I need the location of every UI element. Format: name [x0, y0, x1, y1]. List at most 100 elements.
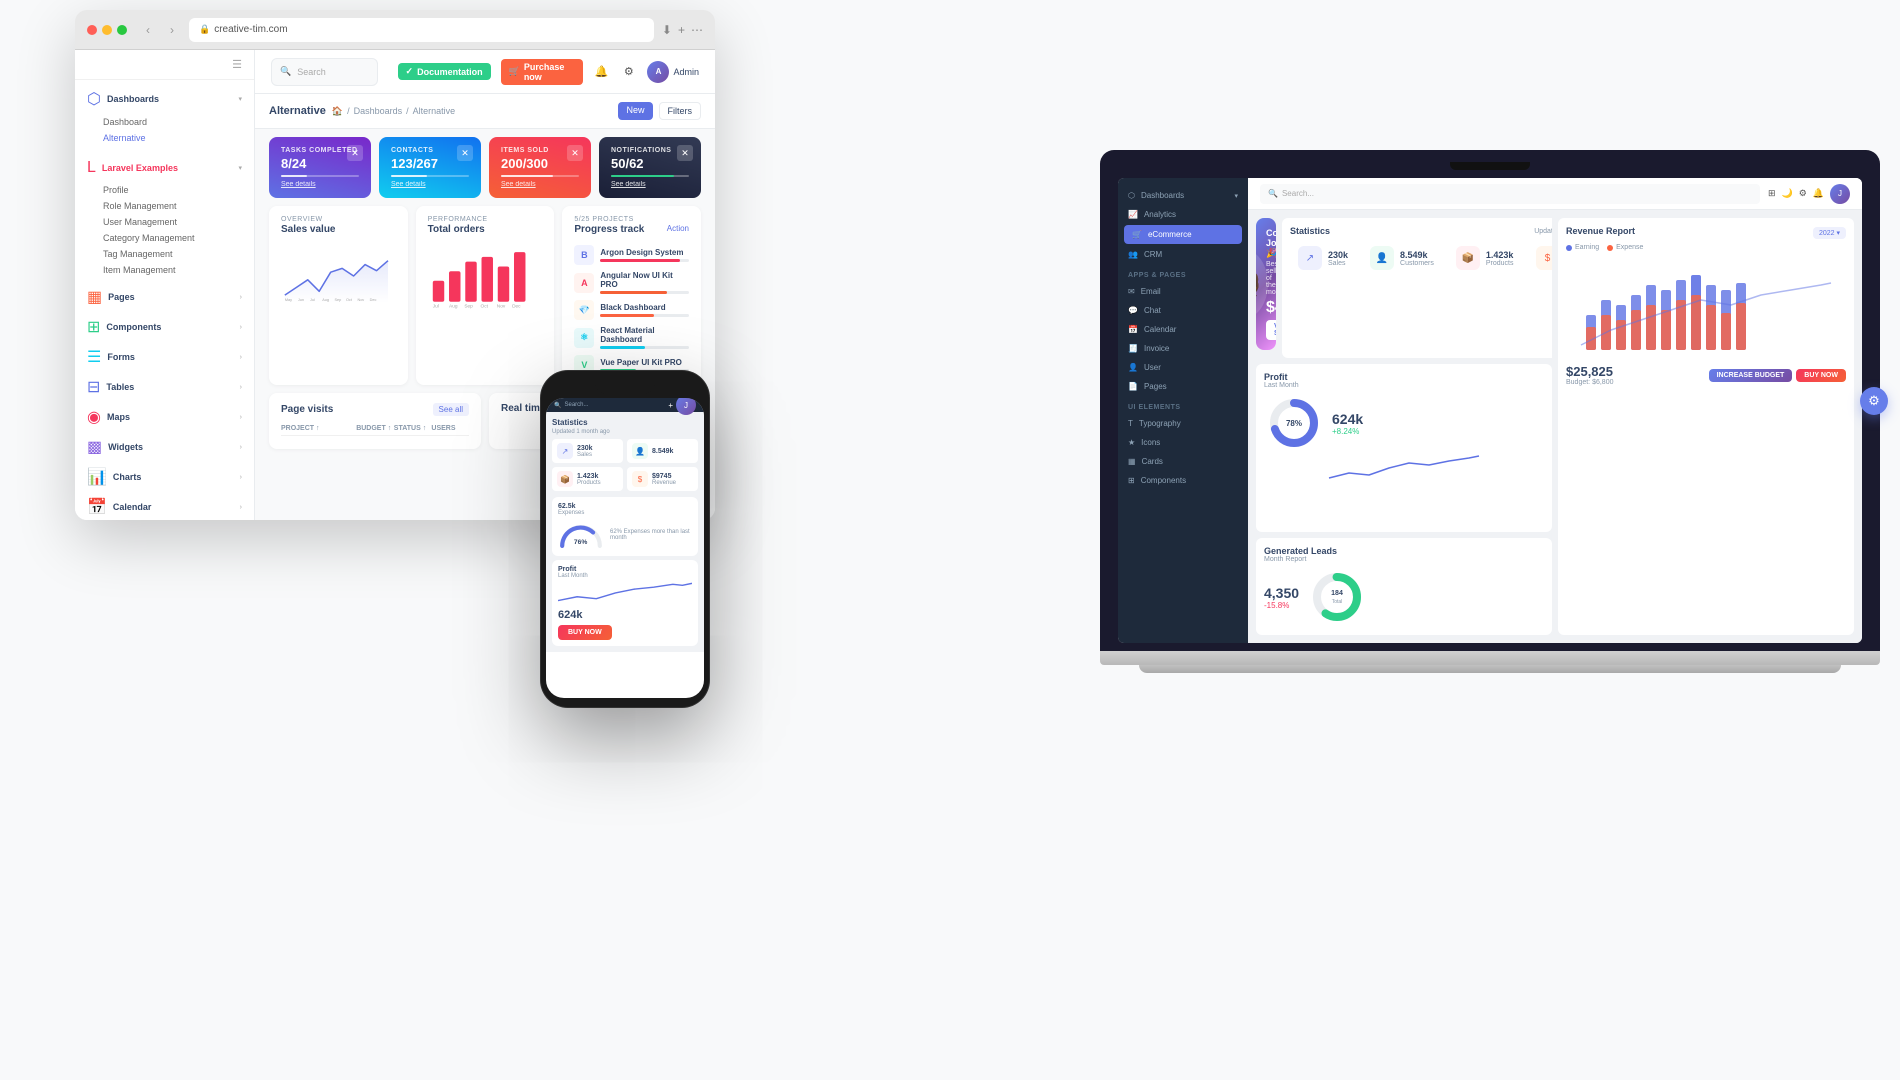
- profit-change: +8.24%: [1332, 427, 1363, 436]
- laptop-sidebar-crm[interactable]: 👥 CRM: [1118, 245, 1248, 264]
- see-all-button[interactable]: See all: [433, 403, 469, 416]
- laptop-search-box[interactable]: 🔍 Search...: [1260, 184, 1760, 204]
- sidebar-item-category-management[interactable]: Category Management: [75, 230, 254, 246]
- sidebar-item-user-management[interactable]: User Management: [75, 214, 254, 230]
- sales-stat-label: Sales: [1328, 260, 1348, 267]
- progress-item-react: ⚛ React Material Dashboard: [574, 326, 689, 349]
- laptop-dashboards-label: Dashboards: [1141, 191, 1184, 200]
- sidebar-item-profile[interactable]: Profile: [75, 182, 254, 198]
- laravel-group[interactable]: L Laravel Examples ▾: [75, 154, 254, 182]
- search-box[interactable]: 🔍 Search: [271, 58, 378, 86]
- stat-detail-contacts[interactable]: See details: [391, 181, 469, 188]
- download-icon[interactable]: ⬇: [662, 23, 672, 37]
- phone-stats-grid: ↗ 230k Sales 👤 8.54: [552, 439, 698, 491]
- phone-products-icon: 📦: [557, 471, 573, 487]
- laptop-sidebar-invoice[interactable]: 🧾 Invoice: [1118, 339, 1248, 358]
- settings-button[interactable]: ⚙: [620, 62, 637, 82]
- documentation-button[interactable]: ✓ Documentation: [398, 63, 491, 80]
- calendar-group[interactable]: 📅 Calendar ›: [75, 492, 254, 520]
- filters-button[interactable]: Filters: [659, 102, 702, 120]
- stat-card-tasks: ✕ TASKS COMPLETED 8/24 See details: [269, 137, 371, 198]
- laptop-crm-label: CRM: [1144, 250, 1162, 259]
- browser-url-bar[interactable]: 🔒 creative-tim.com: [189, 18, 654, 42]
- customers-stat-icon: 👤: [1370, 246, 1394, 270]
- forward-button[interactable]: ›: [163, 21, 181, 39]
- laptop-sidebar-components[interactable]: ⊞ Components: [1118, 471, 1248, 490]
- dashboards-expand-icon: ▾: [1234, 192, 1238, 200]
- maps-group[interactable]: ◉ Maps ›: [75, 402, 254, 432]
- sales-icon: ↗: [1306, 253, 1314, 264]
- maximize-dot[interactable]: [117, 25, 127, 35]
- sidebar-item-role-management[interactable]: Role Management: [75, 198, 254, 214]
- calendar-label: Calendar: [113, 502, 152, 512]
- laptop-sidebar-cards[interactable]: ▦ Cards: [1118, 452, 1248, 471]
- laptop-moon-icon[interactable]: 🌙: [1781, 188, 1792, 199]
- laptop-sidebar-icons[interactable]: ★ Icons: [1118, 433, 1248, 452]
- laptop-sidebar-dashboards[interactable]: ⬡ Dashboards ▾: [1118, 186, 1248, 205]
- stat-detail-tasks[interactable]: See details: [281, 181, 359, 188]
- phone-sales-icon: ↗: [557, 443, 573, 459]
- laptop-sidebar-chat[interactable]: 💬 Chat: [1118, 301, 1248, 320]
- minimize-dot[interactable]: [102, 25, 112, 35]
- pages-group[interactable]: ▦ Pages ›: [75, 282, 254, 312]
- components-label: Components: [106, 322, 161, 332]
- sidebar-item-alternative[interactable]: Alternative: [75, 130, 254, 146]
- laptop-sidebar-pages[interactable]: 📄 Pages: [1118, 377, 1248, 396]
- phone-sales-label: Sales: [577, 452, 593, 458]
- revenue-chart-svg: [1566, 255, 1846, 355]
- year-selector[interactable]: 2022 ▾: [1813, 227, 1846, 239]
- leads-sub: Month Report: [1264, 556, 1544, 563]
- laptop-sidebar-typography[interactable]: T Typography: [1118, 414, 1248, 433]
- laptop-sidebar-calendar[interactable]: 📅 Calendar: [1118, 320, 1248, 339]
- dashboards-section: ⬡ Dashboards ▾ Dashboard Alternative: [75, 80, 254, 150]
- stat-detail-items[interactable]: See details: [501, 181, 579, 188]
- charts-group[interactable]: 📊 Charts ›: [75, 462, 254, 492]
- tables-group[interactable]: ⊟ Tables ›: [75, 372, 254, 402]
- progress-item-black: 💎 Black Dashboard: [574, 300, 689, 320]
- argon-info: Argon Design System: [600, 248, 689, 262]
- projects-count-label: 5/25 PROJECTS: [574, 216, 644, 223]
- forms-group[interactable]: ☰ Forms ›: [75, 342, 254, 372]
- widgets-group[interactable]: ▩ Widgets ›: [75, 432, 254, 462]
- sidebar-item-item-management[interactable]: Item Management: [75, 262, 254, 278]
- phone-top-icons: + J: [668, 398, 696, 415]
- notification-button[interactable]: 🔔: [593, 62, 610, 82]
- add-tab-icon[interactable]: +: [678, 23, 685, 37]
- leads-donut-chart: 184 Total: [1307, 567, 1367, 627]
- stat-bar-notifications: [611, 175, 689, 177]
- laravel-arrow: ▾: [238, 164, 242, 172]
- sidebar-item-dashboard[interactable]: Dashboard: [75, 114, 254, 130]
- components-group[interactable]: ⊞ Components ›: [75, 312, 254, 342]
- col-users: USERS: [431, 425, 469, 432]
- sidebar-item-tag-management[interactable]: Tag Management: [75, 246, 254, 262]
- phone-add-icon[interactable]: +: [668, 401, 673, 410]
- products-stat-label: Products: [1486, 260, 1514, 267]
- increase-budget-button[interactable]: INCREASE BUDGET: [1709, 369, 1793, 382]
- buy-now-button[interactable]: BUY NOW: [558, 625, 612, 640]
- back-button[interactable]: ‹: [139, 21, 157, 39]
- profit-donut-area: 78% 624k +8.24%: [1264, 393, 1544, 453]
- dashboards-group[interactable]: ⬡ Dashboards ▾: [75, 84, 254, 114]
- stat-detail-notifications[interactable]: See details: [611, 181, 689, 188]
- admin-menu[interactable]: A Admin: [647, 61, 699, 83]
- sales-stat-info: 230k Sales: [1328, 250, 1348, 267]
- laptop-notification-icon[interactable]: 🔔: [1813, 188, 1824, 199]
- laptop-grid-icon[interactable]: ⊞: [1768, 188, 1776, 199]
- ecommerce-icon: 🛒: [1132, 230, 1142, 239]
- laptop-sidebar-ecommerce[interactable]: 🛒 eCommerce: [1124, 225, 1242, 244]
- laptop-settings-icon[interactable]: ⚙: [1799, 188, 1807, 199]
- laptop-sidebar-analytics[interactable]: 📈 Analytics: [1118, 205, 1248, 224]
- more-icon[interactable]: ⋯: [691, 23, 703, 37]
- buy-now-laptop-button[interactable]: BUY NOW: [1796, 369, 1846, 382]
- laptop-avatar[interactable]: J: [1830, 184, 1850, 204]
- dashboards-arrow: ▾: [238, 95, 242, 103]
- laptop-stat-sales: ↗ 230k Sales: [1290, 240, 1356, 276]
- laptop-sidebar-email[interactable]: ✉ Email: [1118, 282, 1248, 301]
- close-dot[interactable]: [87, 25, 97, 35]
- purchase-button[interactable]: 🛒 Purchase now: [501, 59, 583, 85]
- svg-text:Oct: Oct: [480, 304, 488, 310]
- laptop-sidebar-user[interactable]: 👤 User: [1118, 358, 1248, 377]
- action-button[interactable]: Action: [667, 224, 689, 233]
- sidebar-toggle[interactable]: ☰: [232, 58, 242, 71]
- new-button[interactable]: New: [618, 102, 652, 120]
